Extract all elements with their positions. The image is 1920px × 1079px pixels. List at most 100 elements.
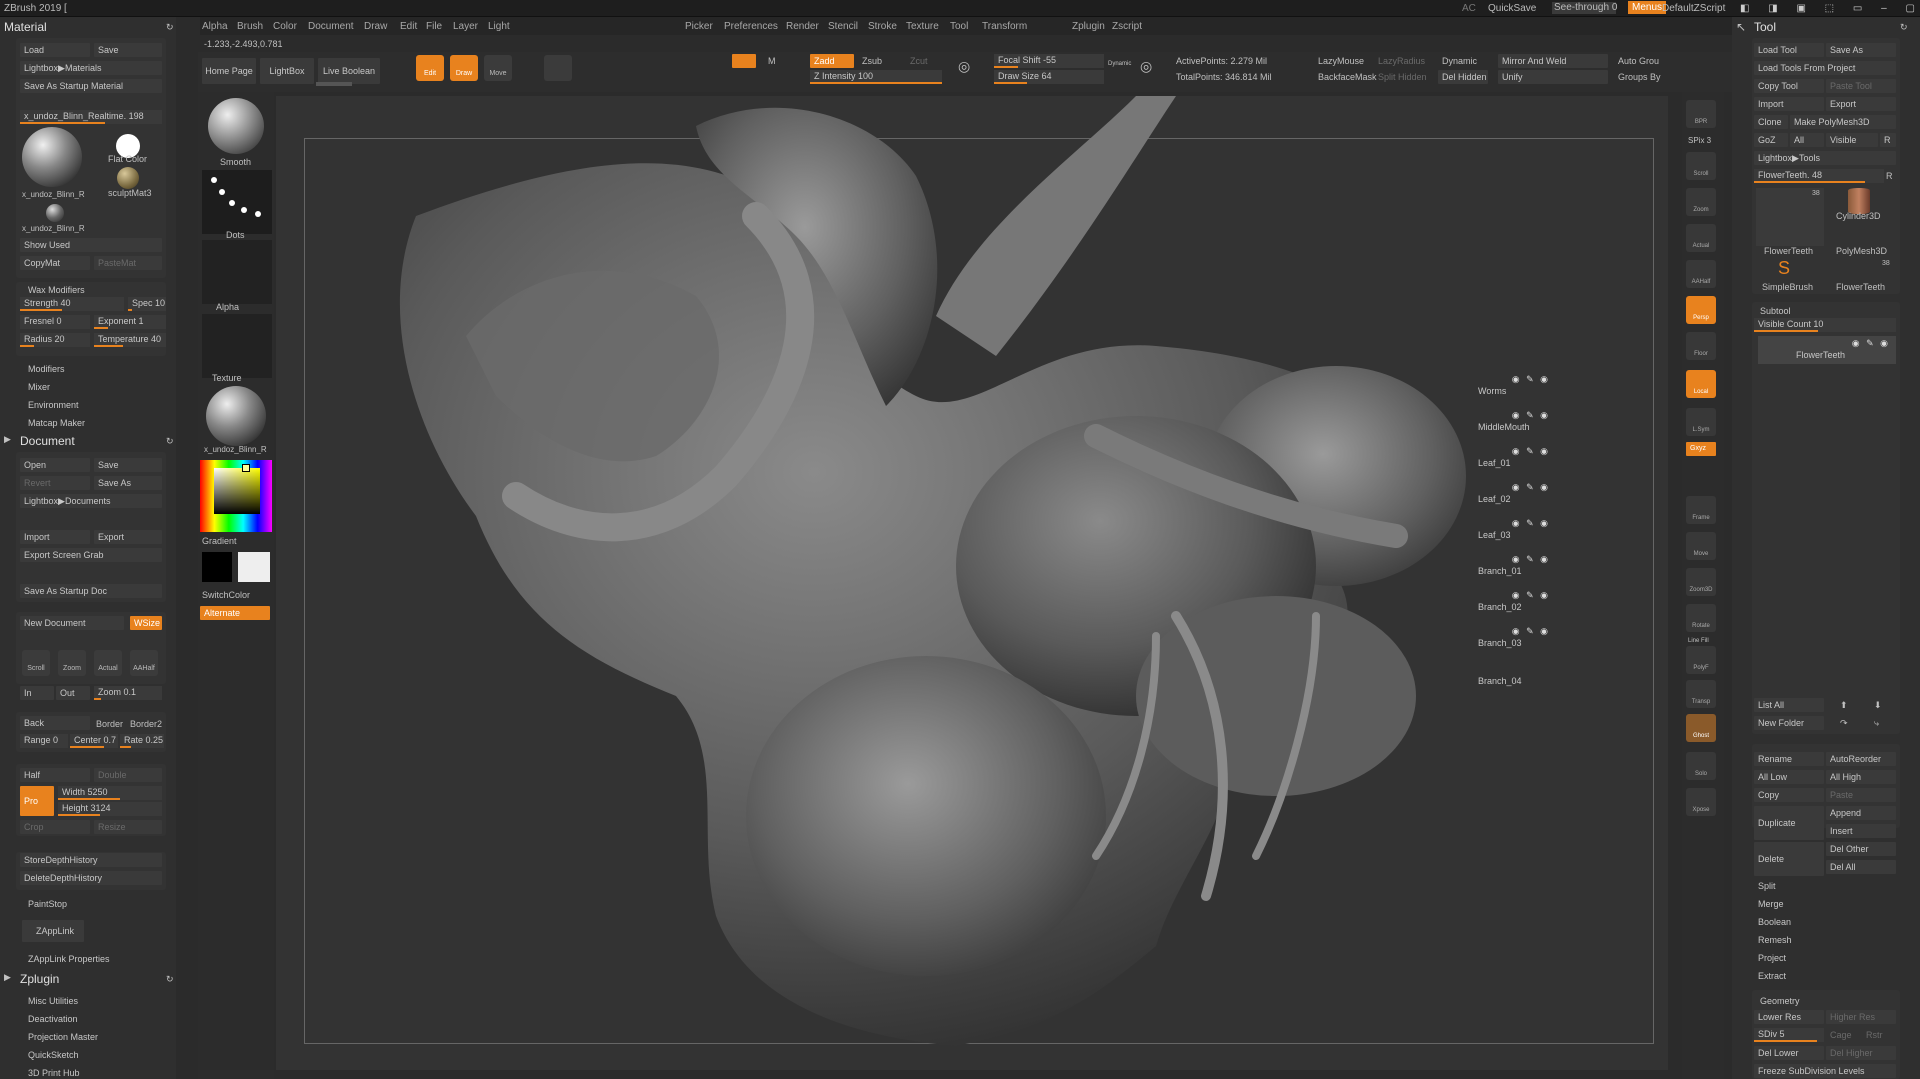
border2-button[interactable]: Border2: [130, 719, 162, 729]
goz-all-button[interactable]: All: [1790, 133, 1824, 147]
split-subpalette[interactable]: Split: [1758, 881, 1776, 891]
subtool-visibility-icon[interactable]: ◉ ✎ ◉: [1512, 626, 1550, 637]
scroll-button[interactable]: Scroll: [1686, 152, 1716, 180]
load-tool-button[interactable]: Load Tool: [1754, 43, 1824, 57]
subtool-row[interactable]: ◉ ✎ ◉ Branch_01: [1440, 552, 1556, 580]
window-controls-icon[interactable]: ◧ ◨ ▣ ⬚ ▭ – ▢ ✕: [1740, 3, 1920, 14]
solo-button[interactable]: Solo: [1686, 752, 1716, 780]
menu-color[interactable]: Color: [273, 21, 297, 32]
zplugin-item[interactable]: QuickSketch: [28, 1050, 79, 1060]
lightbox-materials-button[interactable]: Lightbox▶Materials: [20, 61, 162, 75]
paste-button[interactable]: Paste: [1826, 788, 1896, 802]
doc-scroll-button[interactable]: Scroll: [22, 650, 50, 676]
back-color-button[interactable]: Back: [20, 716, 90, 730]
new-folder-button[interactable]: New Folder: [1754, 716, 1824, 730]
height-slider[interactable]: Height 3124: [58, 802, 162, 816]
transp-button[interactable]: Transp: [1686, 680, 1716, 708]
menu-tool[interactable]: Tool: [950, 21, 968, 32]
split-hidden-button[interactable]: Split Hidden: [1378, 72, 1427, 82]
radius-slider[interactable]: Radius 20: [20, 333, 90, 347]
copy-mat-button[interactable]: CopyMat: [20, 256, 90, 270]
merge-subpalette[interactable]: Merge: [1758, 899, 1784, 909]
tool-import-button[interactable]: Import: [1754, 97, 1824, 111]
lazyradius-slider[interactable]: LazyRadius: [1378, 56, 1425, 66]
color-picker[interactable]: [200, 460, 272, 532]
delete-button[interactable]: Delete: [1754, 842, 1824, 876]
rename-button[interactable]: Rename: [1754, 752, 1824, 766]
alternate-button[interactable]: Alternate: [200, 606, 270, 620]
menu-document[interactable]: Document: [308, 21, 354, 32]
lower-res-button[interactable]: Lower Res: [1754, 1010, 1824, 1024]
menu-preferences[interactable]: Preferences: [724, 21, 778, 32]
doc-save-button[interactable]: Save: [94, 458, 162, 472]
higher-res-button[interactable]: Higher Res: [1826, 1010, 1896, 1024]
lightbox-tools-button[interactable]: Lightbox▶Tools: [1754, 151, 1896, 165]
dynamic-small-toggle[interactable]: Dynamic: [1108, 61, 1131, 67]
autoreorder-button[interactable]: AutoReorder: [1826, 752, 1896, 766]
current-material-slider[interactable]: x_undoz_Blinn_Realtime. 198: [20, 110, 162, 124]
menu-transform[interactable]: Transform: [982, 21, 1027, 32]
center-slider[interactable]: Center 0.7: [70, 734, 118, 748]
doc-revert-button[interactable]: Revert: [20, 476, 90, 490]
lightbox-documents-button[interactable]: Lightbox▶Documents: [20, 494, 162, 508]
spec-slider[interactable]: Spec 10: [128, 297, 166, 311]
menu-render[interactable]: Render: [786, 21, 819, 32]
m-toggle[interactable]: M: [768, 56, 776, 66]
insert-button[interactable]: Insert: [1826, 824, 1896, 838]
menu-zscript[interactable]: Zscript: [1112, 21, 1142, 32]
pro-toggle[interactable]: Pro: [20, 786, 54, 816]
subtool-row[interactable]: ◉ ✎ ◉ MiddleMouth: [1440, 408, 1556, 436]
zplugin-item[interactable]: Projection Master: [28, 1032, 98, 1042]
menu-layer[interactable]: Layer: [453, 21, 478, 32]
material-save-button[interactable]: Save: [94, 43, 162, 57]
store-depth-history-button[interactable]: StoreDepthHistory: [20, 853, 162, 867]
matcap-maker-subpalette[interactable]: Matcap Maker: [28, 418, 85, 428]
edit-mode-button[interactable]: Edit: [416, 55, 444, 81]
subtool-title[interactable]: Subtool: [1760, 306, 1791, 316]
move-down-icon[interactable]: ⬇: [1874, 700, 1882, 711]
doc-save-as-button[interactable]: Save As: [94, 476, 162, 490]
doc-actual-button[interactable]: Actual: [94, 650, 122, 676]
secondary-color-swatch[interactable]: [238, 552, 270, 582]
current-tool-slider[interactable]: FlowerTeeth. 48: [1754, 169, 1884, 183]
draw-mode-button[interactable]: Draw: [450, 55, 478, 81]
list-all-button[interactable]: List All: [1754, 698, 1824, 712]
stroke-dots-icon[interactable]: [202, 170, 272, 234]
menu-brush[interactable]: Brush: [237, 21, 263, 32]
del-other-button[interactable]: Del Other: [1826, 842, 1896, 856]
paste-tool-button[interactable]: Paste Tool: [1826, 79, 1896, 93]
zplugin-refresh-icon[interactable]: ↻: [166, 974, 174, 985]
show-used-button[interactable]: Show Used: [20, 238, 162, 252]
range-slider[interactable]: Range 0: [20, 734, 68, 748]
export-screen-grab-button[interactable]: Export Screen Grab: [20, 548, 162, 562]
tool-save-as-button[interactable]: Save As: [1826, 43, 1896, 57]
menus-toggle[interactable]: Menus: [1628, 1, 1667, 14]
menu-picker[interactable]: Picker: [685, 21, 713, 32]
zplugin-collapse-icon[interactable]: ▶: [4, 972, 11, 983]
width-slider[interactable]: Width 5250: [58, 786, 162, 800]
menu-stroke[interactable]: Stroke: [868, 21, 897, 32]
material-refresh-icon[interactable]: ↻: [166, 22, 174, 33]
aahalf-button[interactable]: AAHalf: [1686, 260, 1716, 288]
subtool-visibility-icon[interactable]: ◉ ✎ ◉: [1852, 338, 1890, 349]
subtool-visibility-icon[interactable]: ◉ ✎ ◉: [1512, 482, 1550, 493]
subtool-row[interactable]: ◉ ✎ ◉ Worms: [1440, 372, 1556, 400]
subtool-row[interactable]: ◉ ✎ ◉ Leaf_02: [1440, 480, 1556, 508]
geometry-title[interactable]: Geometry: [1760, 996, 1800, 1006]
visible-count-slider[interactable]: Visible Count 10: [1754, 318, 1896, 332]
material-preview-sphere[interactable]: [22, 127, 82, 187]
main-color-swatch[interactable]: [202, 552, 232, 582]
lsym-button[interactable]: L.Sym: [1686, 408, 1716, 436]
zoom3d-button[interactable]: Zoom3D: [1686, 568, 1716, 596]
dynamic-button[interactable]: Dynamic: [1442, 56, 1477, 66]
del-higher-button[interactable]: Del Higher: [1826, 1046, 1896, 1060]
save-startup-material-button[interactable]: Save As Startup Material: [20, 79, 162, 93]
rgb-toggle[interactable]: [732, 54, 756, 68]
rotate-button[interactable]: Rotate: [1686, 604, 1716, 632]
goz-visible-button[interactable]: Visible: [1826, 133, 1878, 147]
polyf-button[interactable]: PolyF: [1686, 646, 1716, 674]
zoom-in-button[interactable]: In: [20, 686, 54, 700]
move-button[interactable]: Move: [1686, 532, 1716, 560]
focal-shift-slider[interactable]: Focal Shift -55: [994, 54, 1104, 68]
see-through-slider[interactable]: See-through 0: [1552, 2, 1617, 14]
